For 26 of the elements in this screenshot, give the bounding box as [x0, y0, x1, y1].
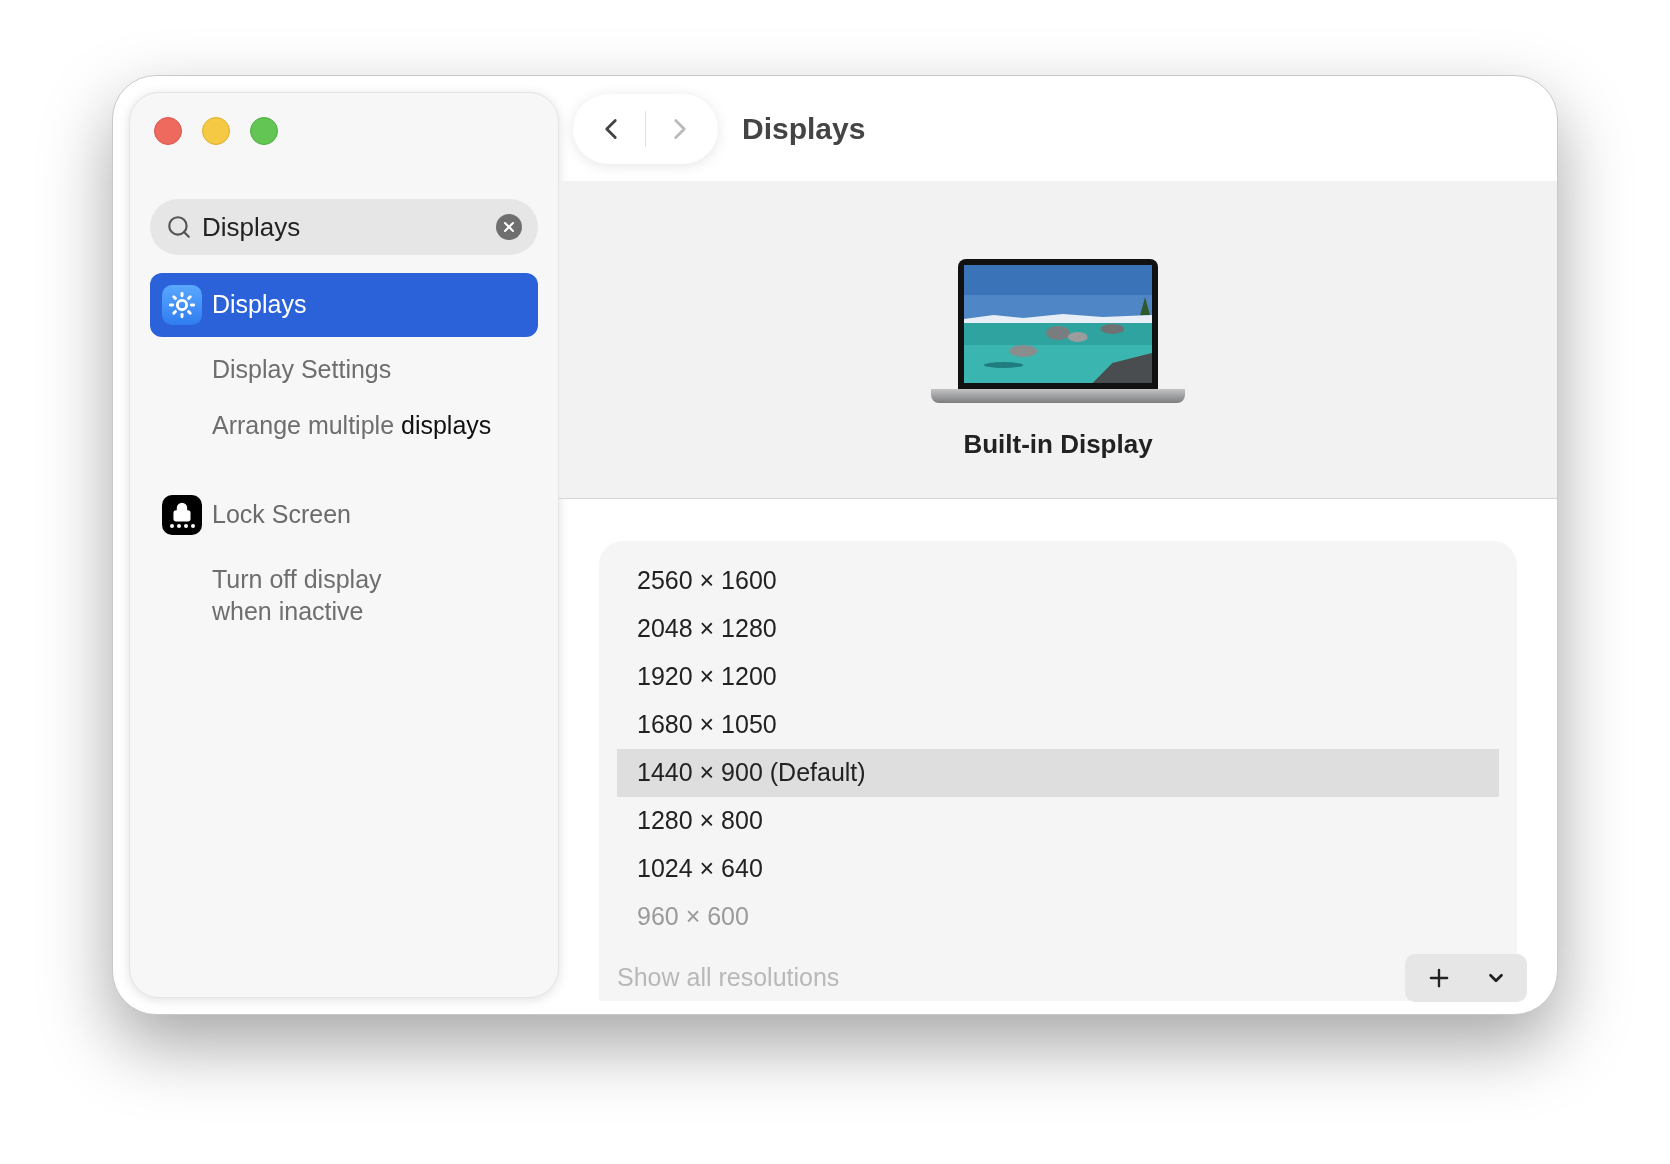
resolution-option[interactable]: 1280 × 800 [617, 797, 1499, 845]
resolution-option[interactable]: 2560 × 1600 [617, 557, 1499, 605]
minimize-button[interactable] [202, 117, 230, 145]
close-button[interactable] [154, 117, 182, 145]
sidebar-subitem[interactable]: Arrange multiple displays [212, 401, 538, 449]
search-input[interactable]: Displays [202, 207, 486, 247]
resolution-option[interactable]: 1680 × 1050 [617, 701, 1499, 749]
sidebar-item[interactable]: Displays [150, 273, 538, 337]
clear-button[interactable] [496, 214, 522, 240]
close-icon [501, 219, 517, 235]
lock-icon [162, 495, 202, 535]
zoom-button[interactable] [250, 117, 278, 145]
resolution-option[interactable]: 2048 × 1280 [617, 605, 1499, 653]
resolution-option[interactable]: 1440 × 900 (Default) [617, 749, 1499, 797]
search-icon [166, 214, 192, 240]
display-name: Built-in Display [963, 428, 1153, 461]
resolution-option[interactable]: 1024 × 640 [617, 845, 1499, 893]
sidebar-subitem[interactable]: Display Settings [212, 345, 538, 393]
window-title: Displays [742, 111, 866, 147]
sidebar-item[interactable]: Lock Screen [150, 483, 538, 547]
sidebar-subitem[interactable]: Turn off display when inactive [212, 555, 538, 635]
show-all-label: Show all resolutions [617, 962, 840, 993]
sun-icon [162, 285, 202, 325]
search-field[interactable]: Displays [150, 199, 538, 255]
resolution-option[interactable]: 1920 × 1200 [617, 653, 1499, 701]
add-menu-button[interactable] [1405, 954, 1527, 1002]
